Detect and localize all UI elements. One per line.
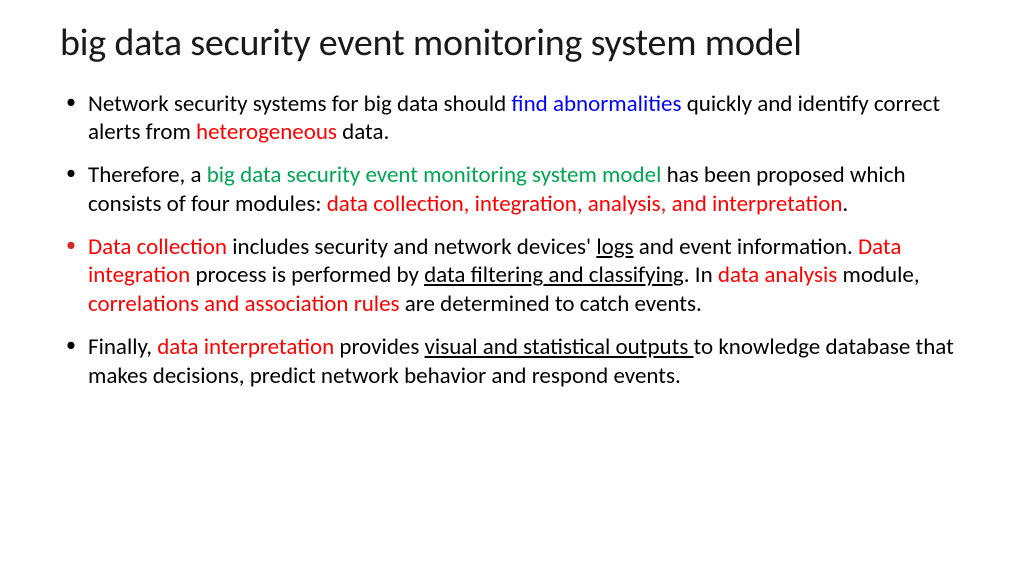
text: . In [684,261,718,289]
list-item: Therefore, a big data security event mon… [88,161,964,219]
text: module, [842,261,919,289]
text-highlight-red: data analysis [718,261,843,289]
bullet-list: Network security systems for big data sh… [60,90,964,391]
text-highlight-red: data interpretation [157,333,339,361]
list-item: Data collection includes security and ne… [88,233,964,319]
text-underline: visual and statistical outputs [425,333,694,361]
text-highlight-red: correlations and association rules [88,290,405,318]
list-item: Network security systems for big data sh… [88,90,964,148]
list-item: Finally, data interpretation provides vi… [88,333,964,391]
text: Finally, [88,333,157,361]
text-highlight-green: big data security event monitoring syste… [207,161,667,189]
text: process is performed by [195,261,424,289]
text: . [842,190,848,218]
text-underline: logs [596,233,633,261]
text-highlight-red: heterogeneous [196,118,342,146]
text: Network security systems for big data sh… [88,90,511,118]
text: and event information. [634,233,858,261]
text-underline: data filtering and classifying [424,261,684,289]
text: are determined to catch events. [405,290,702,318]
slide-title: big data security event monitoring syste… [60,22,964,66]
text-highlight-red: Data collection [88,233,232,261]
text-highlight-red: data collection, integration, analysis, … [327,190,843,218]
text-highlight-blue: find abnormalities [511,90,686,118]
text: data. [342,118,389,146]
text: includes security and network devices' [232,233,596,261]
text: provides [339,333,424,361]
text: Therefore, a [88,161,207,189]
